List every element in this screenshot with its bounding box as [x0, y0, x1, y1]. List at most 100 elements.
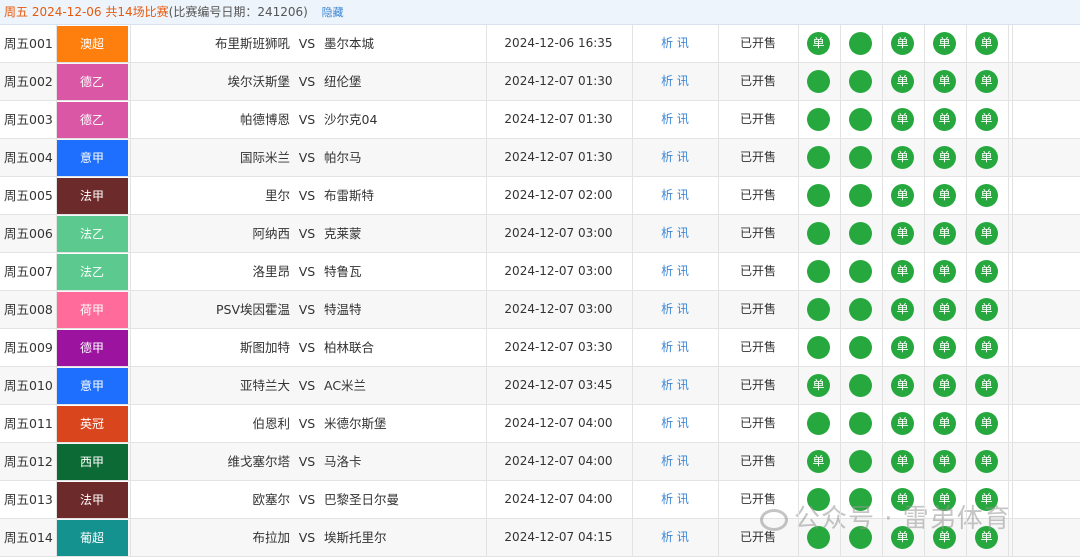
league-badge: 德乙	[56, 102, 128, 138]
bet-option-button[interactable]	[849, 32, 872, 55]
analysis-link[interactable]: 析 讯	[632, 25, 718, 62]
analysis-link[interactable]: 析 讯	[632, 291, 718, 328]
bet-option-button[interactable]	[807, 336, 830, 359]
bet-option-button[interactable]	[849, 526, 872, 549]
away-team: 墨尔本城	[324, 36, 375, 51]
bet-option-button[interactable]	[807, 260, 830, 283]
single-bet-button[interactable]: 单	[891, 70, 914, 93]
single-bet-button[interactable]: 单	[975, 32, 998, 55]
bet-option-button[interactable]	[849, 336, 872, 359]
single-bet-button[interactable]: 单	[891, 260, 914, 283]
analysis-link[interactable]: 析 讯	[632, 329, 718, 366]
single-bet-button[interactable]: 单	[891, 108, 914, 131]
analysis-link[interactable]: 析 讯	[632, 481, 718, 518]
bet-option-button[interactable]	[849, 488, 872, 511]
single-bet-button[interactable]: 单	[975, 450, 998, 473]
single-bet-button[interactable]: 单	[933, 412, 956, 435]
single-bet-button[interactable]: 单	[975, 336, 998, 359]
single-bet-button[interactable]: 单	[975, 260, 998, 283]
bet-option-button[interactable]	[807, 184, 830, 207]
bet-option-button[interactable]	[849, 222, 872, 245]
match-number: 周五009	[4, 340, 53, 355]
single-bet-button[interactable]: 单	[933, 450, 956, 473]
single-bet-button[interactable]: 单	[933, 32, 956, 55]
bet-cell: 单	[966, 101, 1008, 138]
single-bet-button[interactable]: 单	[807, 374, 830, 397]
bet-option-button[interactable]	[849, 146, 872, 169]
bet-option-button[interactable]	[807, 146, 830, 169]
analysis-link[interactable]: 析 讯	[632, 177, 718, 214]
column-divider	[632, 25, 633, 557]
single-bet-button[interactable]: 单	[933, 222, 956, 245]
single-bet-button[interactable]: 单	[975, 412, 998, 435]
single-bet-button[interactable]: 单	[891, 222, 914, 245]
single-bet-button[interactable]: 单	[933, 260, 956, 283]
single-bet-button[interactable]: 单	[891, 336, 914, 359]
bet-option-button[interactable]	[807, 298, 830, 321]
single-bet-button[interactable]: 单	[975, 70, 998, 93]
analysis-link[interactable]: 析 讯	[632, 519, 718, 556]
single-bet-button[interactable]: 单	[975, 374, 998, 397]
bet-option-button[interactable]	[849, 108, 872, 131]
single-bet-button[interactable]: 单	[933, 108, 956, 131]
vs-label: VS	[298, 226, 316, 241]
sale-status: 已开售	[739, 188, 776, 202]
single-bet-button[interactable]: 单	[975, 222, 998, 245]
single-bet-button[interactable]: 单	[891, 450, 914, 473]
analysis-link[interactable]: 析 讯	[632, 443, 718, 480]
analysis-link[interactable]: 析 讯	[632, 367, 718, 404]
single-bet-button[interactable]: 单	[891, 184, 914, 207]
single-bet-button[interactable]: 单	[933, 70, 956, 93]
analysis-link[interactable]: 析 讯	[632, 63, 718, 100]
bet-option-button[interactable]	[807, 222, 830, 245]
single-bet-button[interactable]: 单	[891, 412, 914, 435]
match-number: 周五013	[4, 492, 53, 507]
single-bet-button[interactable]: 单	[807, 450, 830, 473]
league-badge: 法乙	[56, 254, 128, 290]
hide-link[interactable]: 隐藏	[322, 6, 344, 19]
single-bet-button[interactable]: 单	[975, 146, 998, 169]
bet-option-button[interactable]	[849, 450, 872, 473]
single-bet-button[interactable]: 单	[891, 32, 914, 55]
single-bet-button[interactable]: 单	[891, 374, 914, 397]
bet-option-button[interactable]	[849, 70, 872, 93]
bet-option-button[interactable]	[849, 260, 872, 283]
single-bet-button[interactable]: 单	[975, 108, 998, 131]
bet-option-button[interactable]	[849, 184, 872, 207]
single-bet-button[interactable]: 单	[933, 336, 956, 359]
league-badge: 荷甲	[56, 292, 128, 328]
single-bet-button[interactable]: 单	[891, 298, 914, 321]
analysis-link[interactable]: 析 讯	[632, 253, 718, 290]
single-bet-button[interactable]: 单	[933, 526, 956, 549]
bet-option-button[interactable]	[849, 374, 872, 397]
analysis-link[interactable]: 析 讯	[632, 405, 718, 442]
single-bet-button[interactable]: 单	[891, 488, 914, 511]
single-bet-button[interactable]: 单	[975, 526, 998, 549]
single-bet-button[interactable]: 单	[975, 298, 998, 321]
bet-option-button[interactable]	[807, 488, 830, 511]
single-bet-button[interactable]: 单	[975, 184, 998, 207]
bet-cell	[840, 253, 882, 290]
single-bet-button[interactable]: 单	[933, 146, 956, 169]
single-bet-button[interactable]: 单	[933, 298, 956, 321]
bet-option-button[interactable]	[849, 412, 872, 435]
single-bet-button[interactable]: 单	[933, 184, 956, 207]
bet-option-button[interactable]	[849, 298, 872, 321]
single-bet-button[interactable]: 单	[891, 146, 914, 169]
bet-option-button[interactable]	[807, 70, 830, 93]
bet-option-button[interactable]	[807, 412, 830, 435]
home-team: 欧塞尔	[252, 492, 290, 507]
single-bet-button[interactable]: 单	[891, 526, 914, 549]
single-bet-button[interactable]: 单	[807, 32, 830, 55]
single-bet-button[interactable]: 单	[933, 488, 956, 511]
bet-option-button[interactable]	[807, 108, 830, 131]
analysis-link[interactable]: 析 讯	[632, 139, 718, 176]
home-team: 维戈塞尔塔	[227, 454, 290, 469]
bet-option-button[interactable]	[807, 526, 830, 549]
single-bet-button[interactable]: 单	[933, 374, 956, 397]
vs-label: VS	[298, 302, 316, 317]
column-divider	[924, 25, 925, 557]
analysis-link[interactable]: 析 讯	[632, 215, 718, 252]
single-bet-button[interactable]: 单	[975, 488, 998, 511]
analysis-link[interactable]: 析 讯	[632, 101, 718, 138]
